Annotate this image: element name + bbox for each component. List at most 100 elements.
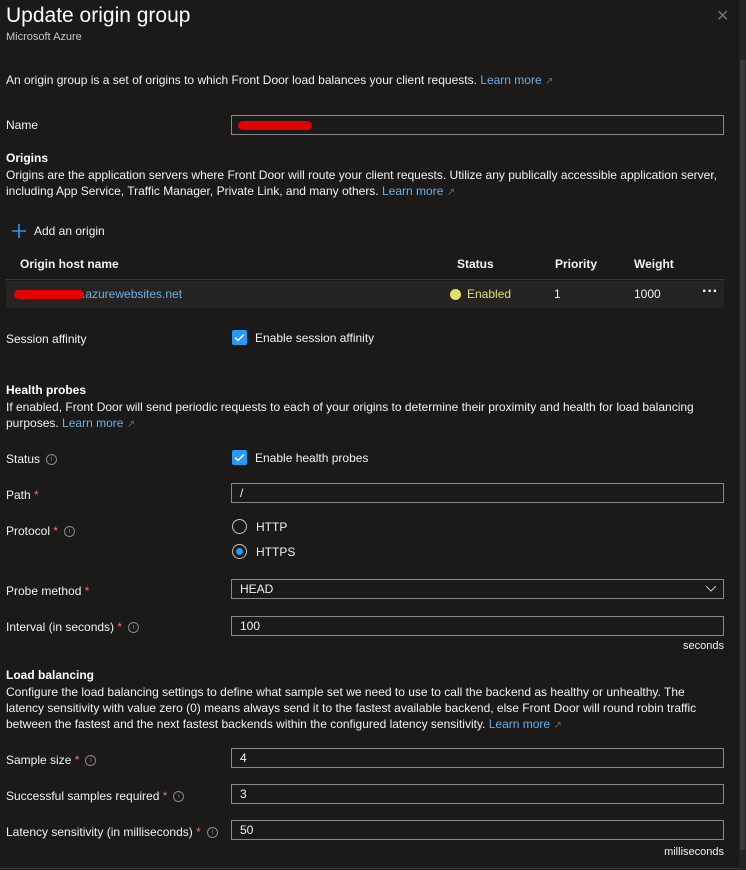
intro-description: An origin group is a set of origins to w… [6, 73, 477, 87]
health-probes-learn-more-link[interactable]: Learn more [62, 416, 123, 430]
origins-heading: Origins [6, 151, 49, 165]
health-probes-description-block: If enabled, Front Door will send periodi… [6, 399, 724, 433]
latency-unit: milliseconds [664, 846, 724, 858]
name-input[interactable] [231, 115, 724, 135]
path-label: Path * [6, 488, 39, 502]
interval-label-text: Interval (in seconds) [6, 620, 115, 634]
origin-weight: 1000 [634, 287, 661, 301]
probe-status-label: Status i [6, 452, 58, 466]
column-weight: Weight [634, 257, 674, 271]
successful-samples-label: Successful samples required * i [6, 789, 185, 803]
info-icon[interactable]: i [173, 791, 185, 803]
path-input[interactable]: / [231, 483, 724, 503]
info-icon[interactable]: i [85, 755, 97, 767]
probe-method-label-text: Probe method [6, 584, 82, 598]
external-link-icon: ↗ [553, 720, 562, 731]
table-row[interactable]: .azurewebsites.net Enabled 1 1000 ··· [6, 281, 724, 308]
interval-input[interactable]: 100 [231, 616, 724, 636]
more-actions-icon[interactable]: ··· [702, 283, 718, 301]
required-marker: * [34, 488, 39, 502]
redaction-mark [238, 121, 312, 130]
sample-size-label-text: Sample size [6, 753, 72, 767]
chevron-down-icon [706, 586, 716, 592]
protocol-option-http[interactable]: HTTP [232, 519, 287, 534]
protocol-label: Protocol * i [6, 524, 76, 538]
intro-learn-more-link[interactable]: Learn more [480, 73, 541, 87]
protocol-label-text: Protocol [6, 524, 51, 538]
checkmark-icon [232, 330, 247, 345]
health-probes-checkbox-label: Enable health probes [255, 450, 369, 465]
latency-sensitivity-label: Latency sensitivity (in milliseconds) * i [6, 825, 218, 839]
protocol-option-https-label: HTTPS [256, 544, 296, 559]
sample-size-input[interactable]: 4 [231, 748, 724, 768]
required-marker: * [117, 620, 123, 634]
path-label-text: Path [6, 488, 31, 502]
required-marker: * [162, 789, 168, 803]
required-marker: * [74, 753, 80, 767]
info-icon[interactable]: i [64, 526, 76, 538]
bottom-divider [0, 868, 740, 869]
origins-description: Origins are the application servers wher… [6, 168, 717, 198]
successful-samples-value: 3 [240, 787, 247, 801]
origins-description-block: Origins are the application servers wher… [6, 167, 724, 201]
page-subtitle: Microsoft Azure [6, 31, 82, 43]
probe-method-label: Probe method * [6, 584, 89, 598]
origin-host-name[interactable]: .azurewebsites.net [82, 287, 182, 301]
radio-unselected-icon [232, 519, 247, 534]
protocol-option-http-label: HTTP [256, 519, 288, 534]
protocol-option-https[interactable]: HTTPS [232, 544, 295, 559]
scrollbar-thumb[interactable] [740, 60, 745, 850]
health-probes-heading: Health probes [6, 383, 87, 397]
column-priority: Priority [555, 257, 598, 271]
column-origin-host: Origin host name [20, 257, 119, 271]
required-marker: * [84, 584, 90, 598]
origin-status-text: Enabled [467, 287, 512, 301]
load-balancing-heading: Load balancing [6, 668, 95, 682]
path-input-value: / [240, 486, 244, 500]
name-label: Name [6, 118, 39, 132]
add-origin-button[interactable]: Add an origin [12, 224, 105, 238]
load-balancing-description-block: Configure the load balancing settings to… [6, 684, 724, 734]
checkmark-icon [232, 450, 247, 465]
required-marker: * [196, 825, 201, 839]
info-icon[interactable]: i [206, 827, 218, 839]
origins-learn-more-link[interactable]: Learn more [382, 184, 443, 198]
status-enabled-icon [450, 288, 461, 300]
close-icon[interactable]: ✕ [716, 6, 729, 26]
latency-sensitivity-input[interactable]: 50 [231, 820, 724, 840]
interval-unit: seconds [683, 640, 724, 652]
plus-icon [12, 224, 26, 238]
probe-method-select[interactable]: HEAD [231, 579, 724, 599]
probe-status-label-text: Status [6, 452, 41, 466]
load-balancing-description: Configure the load balancing settings to… [6, 685, 697, 731]
redaction-mark [14, 290, 84, 299]
sample-size-label: Sample size * i [6, 753, 97, 767]
session-affinity-label: Session affinity [6, 332, 87, 346]
sample-size-value: 4 [240, 751, 247, 765]
external-link-icon: ↗ [544, 76, 554, 87]
column-status: Status [457, 257, 494, 271]
successful-samples-input[interactable]: 3 [231, 784, 724, 804]
latency-sensitivity-value: 50 [240, 823, 254, 837]
info-icon[interactable]: i [128, 622, 140, 634]
intro-text: An origin group is a set of origins to w… [6, 72, 726, 90]
latency-sensitivity-label-text: Latency sensitivity (in milliseconds) [6, 825, 193, 839]
required-marker: * [53, 524, 59, 538]
info-icon[interactable]: i [46, 454, 58, 466]
load-balancing-learn-more-link[interactable]: Learn more [489, 717, 550, 731]
radio-selected-icon [232, 544, 247, 559]
table-divider [6, 279, 724, 280]
external-link-icon: ↗ [126, 419, 136, 430]
session-affinity-checkbox[interactable]: Enable session affinity [232, 330, 374, 345]
origin-priority: 1 [554, 287, 561, 301]
session-affinity-checkbox-label: Enable session affinity [255, 330, 375, 345]
health-probes-checkbox[interactable]: Enable health probes [232, 450, 368, 465]
interval-input-value: 100 [240, 619, 261, 633]
page-title: Update origin group [6, 4, 191, 27]
successful-samples-label-text: Successful samples required [6, 789, 160, 803]
origin-status: Enabled [450, 287, 511, 301]
add-origin-label: Add an origin [34, 224, 105, 238]
external-link-icon: ↗ [446, 187, 456, 198]
interval-label: Interval (in seconds) * i [6, 620, 140, 634]
probe-method-value: HEAD [240, 582, 274, 596]
